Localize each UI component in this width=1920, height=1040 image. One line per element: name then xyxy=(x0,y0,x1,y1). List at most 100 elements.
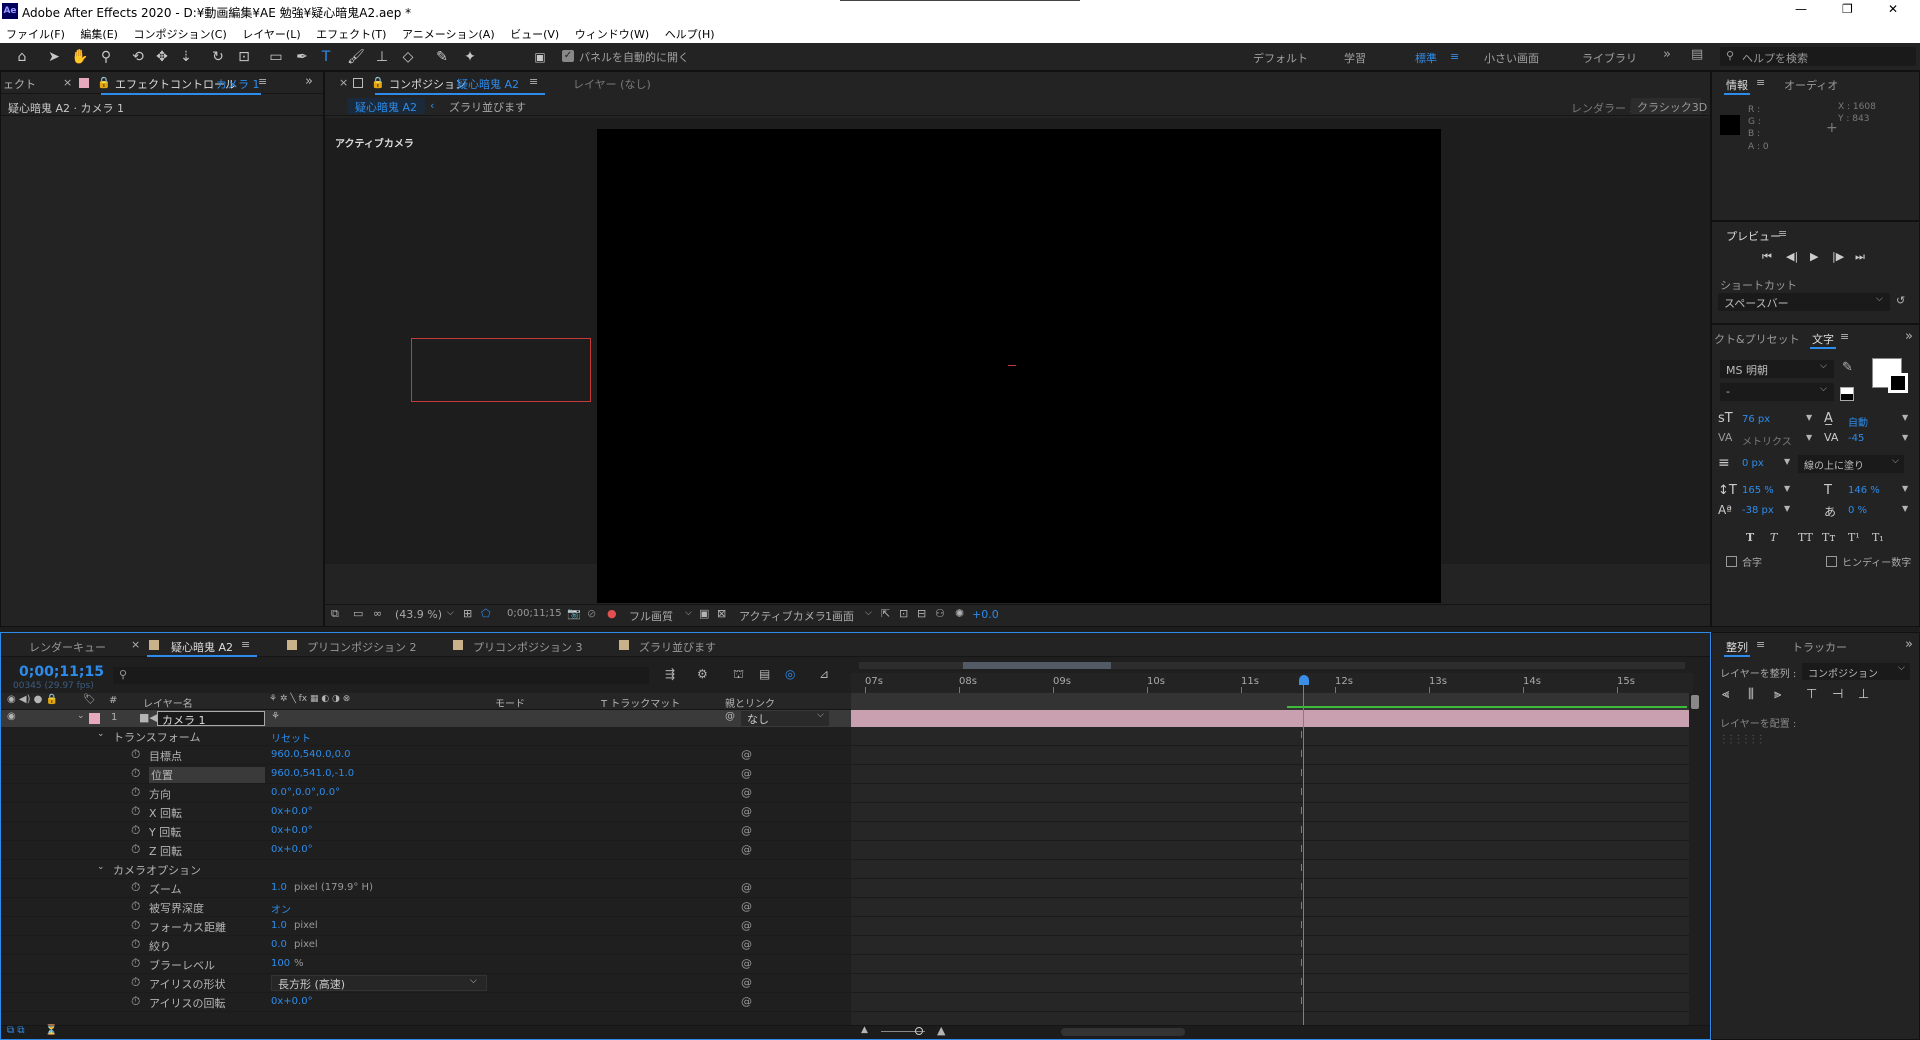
property-track[interactable] xyxy=(851,746,1693,765)
parent-select[interactable]: なし ⌵ xyxy=(741,710,829,726)
layer-switches-toggle-icon[interactable]: ⧉ ⧉ xyxy=(7,1025,24,1036)
mode-header[interactable]: モード xyxy=(495,695,525,710)
faux-bold-button[interactable]: T xyxy=(1746,531,1754,544)
stopwatch-icon[interactable]: ⏱ xyxy=(131,785,140,800)
distribute-icons[interactable]: ⫶ ⫶ ⫶ ⫶ ⫶ ⫶ xyxy=(1722,733,1762,748)
pan-camera-icon[interactable]: ✥ xyxy=(152,47,172,67)
faux-italic-button[interactable]: T xyxy=(1770,531,1777,544)
stopwatch-icon[interactable]: ⏱ xyxy=(131,899,140,914)
workspace-menu-icon[interactable]: ≡ xyxy=(1450,50,1459,63)
character-menu-icon[interactable]: ≡ xyxy=(1840,330,1849,343)
property-row[interactable]: ⏱ 位置 @960.0,541.0,-1.0 xyxy=(1,765,851,784)
character-more-icon[interactable]: » xyxy=(1905,329,1913,344)
stopwatch-icon[interactable]: ⏱ xyxy=(131,747,140,762)
camera-snapshot-icon[interactable]: 📷 xyxy=(567,607,581,620)
tab-layer-none[interactable]: レイヤー (なし) xyxy=(573,76,651,92)
orbit-camera-icon[interactable]: ⟲ xyxy=(128,47,148,67)
layer-search-input[interactable]: ⚲ xyxy=(113,667,649,684)
layer-expand-chevron-icon[interactable]: ⌄ xyxy=(77,711,85,721)
track-matte-header[interactable]: T トラックマット xyxy=(601,695,680,710)
lock-icon[interactable]: 🔒 xyxy=(97,76,111,89)
roto-brush-icon[interactable]: ✎ xyxy=(432,47,452,67)
eraser-tool-icon[interactable]: ◇ xyxy=(398,47,418,67)
stopwatch-icon[interactable]: ⏱ xyxy=(131,804,140,819)
tab-composition[interactable]: コンポジション xyxy=(389,76,466,92)
chevron-down-icon[interactable]: ⌵ xyxy=(447,608,454,618)
stopwatch-icon[interactable]: ⏱ xyxy=(131,766,140,781)
graph-editor-icon[interactable]: ⊿ xyxy=(819,667,829,681)
panel-menu-icon[interactable]: ≡ xyxy=(258,75,267,88)
home-icon[interactable]: ⌂ xyxy=(12,47,32,67)
layer-name-header[interactable]: レイヤー名 xyxy=(143,695,193,710)
property-row[interactable]: ⏱ 被写界深度 @ オン xyxy=(1,898,851,917)
layer-row[interactable] xyxy=(1,710,851,727)
property-row[interactable]: ⏱ アイリスの回転 @0x+0.0° xyxy=(1,993,851,1012)
group-expand-chevron-icon[interactable]: ⌄ xyxy=(97,729,105,739)
show-snapshot-icon[interactable]: ⊘ xyxy=(587,607,596,620)
superscript-button[interactable]: T¹ xyxy=(1848,531,1860,544)
property-row[interactable]: ⏱ Y 回転 @0x+0.0° xyxy=(1,822,851,841)
align-right-icon[interactable]: ⫸ xyxy=(1774,687,1781,702)
menu-composition[interactable]: コンポジション(C) xyxy=(127,23,232,42)
expression-pickwhip-icon[interactable]: @ xyxy=(741,995,752,1008)
comp-mini-flowchart-icon[interactable]: ⇶ xyxy=(665,667,675,681)
expression-pickwhip-icon[interactable]: @ xyxy=(741,938,752,951)
baseline-dropdown-icon[interactable]: ▼ xyxy=(1784,504,1790,513)
tab-effect-target[interactable]: カメラ 1 xyxy=(216,76,260,92)
tab-audio[interactable]: オーディオ xyxy=(1784,77,1838,93)
tab-info[interactable]: 情報 xyxy=(1726,77,1748,93)
anchor-tool-icon[interactable]: ⊡ xyxy=(234,47,254,67)
property-row[interactable]: ⏱ 目標点 @960.0,540.0,0.0 xyxy=(1,746,851,765)
timeline-icon[interactable]: ⊟ xyxy=(917,607,926,620)
workspace-libraries[interactable]: ライブラリ xyxy=(1582,50,1637,66)
comp-lock-icon[interactable]: 🔒 xyxy=(371,76,385,89)
layer-duration-bar[interactable] xyxy=(851,710,1693,727)
hscale-dropdown-icon[interactable]: ▼ xyxy=(1902,484,1908,493)
brush-tool-icon[interactable]: 🖌 xyxy=(346,47,366,67)
shy-switch-icon[interactable]: ⚘ xyxy=(271,711,280,722)
property-value[interactable]: オン xyxy=(271,901,291,916)
frame-blend-icon[interactable]: ▤ xyxy=(759,667,770,681)
property-value[interactable]: 0.0 xyxy=(271,939,287,950)
region-icon[interactable]: ▣ xyxy=(699,607,709,620)
expression-pickwhip-icon[interactable]: @ xyxy=(741,900,752,913)
tab-composition-target[interactable]: 疑心暗鬼 A2 xyxy=(457,76,519,92)
draft3d-icon[interactable]: ⇱ xyxy=(881,607,890,620)
grid-icon[interactable]: ⊞ xyxy=(463,607,472,620)
workspace-learn[interactable]: 学習 xyxy=(1344,50,1366,66)
property-row[interactable]: ⏱ ブラーレベル @100% xyxy=(1,955,851,974)
stopwatch-icon[interactable]: ⏱ xyxy=(131,880,140,895)
property-row[interactable]: ⏱ アイリスの形状 @ 長方形 (高速) ⌵ xyxy=(1,974,851,993)
selection-tool-icon[interactable]: ➤ xyxy=(44,47,64,67)
more-panels-icon[interactable]: » xyxy=(305,74,313,89)
work-area-navigator[interactable] xyxy=(851,659,1693,671)
layer-label-swatch[interactable] xyxy=(89,713,100,724)
property-value[interactable]: 960.0,540.0,0.0 xyxy=(271,749,351,760)
playhead-handle[interactable] xyxy=(1299,675,1309,685)
vscale-dropdown-icon[interactable]: ▼ xyxy=(1784,484,1790,493)
exposure-value[interactable]: +0.0 xyxy=(972,608,999,621)
views-chevron-icon[interactable]: ⌵ xyxy=(865,608,872,618)
tab-project-partial[interactable]: ェクト xyxy=(3,76,36,92)
property-value[interactable]: 960.0,541.0,-1.0 xyxy=(271,768,354,779)
switches-header-icons[interactable]: ⚘ ✲ ╲ fx ▦ ◐ ◑ ⊗ xyxy=(269,694,350,704)
property-track[interactable] xyxy=(851,784,1693,803)
timeline-scrollbar[interactable] xyxy=(1689,693,1701,1025)
all-caps-button[interactable]: TT xyxy=(1798,531,1813,544)
align-menu-icon[interactable]: ≡ xyxy=(1756,638,1765,651)
prev-frame-icon[interactable]: ◀| xyxy=(1786,250,1798,263)
property-row[interactable]: ⌄ カメラオプション xyxy=(1,860,851,879)
tab-align[interactable]: 整列 xyxy=(1726,639,1748,655)
hindi-digits-checkbox[interactable] xyxy=(1826,556,1837,567)
property-track[interactable] xyxy=(851,955,1693,974)
draft-3d-icon[interactable]: ⚙ xyxy=(697,667,708,681)
leading-dropdown-icon[interactable]: ▼ xyxy=(1902,413,1908,422)
layer-name-field[interactable]: カメラ 1 xyxy=(157,711,265,727)
minimize-button[interactable]: — xyxy=(1795,2,1807,16)
menu-animation[interactable]: アニメーション(A) xyxy=(396,23,501,42)
property-value[interactable]: 0x+0.0° xyxy=(271,806,313,817)
swap-colors-icon[interactable] xyxy=(1840,387,1854,401)
eyedropper-icon[interactable]: ✎ xyxy=(1842,360,1853,375)
property-track[interactable] xyxy=(851,765,1693,784)
help-search-field[interactable]: ⚲ ヘルプを検索 xyxy=(1720,47,1916,66)
